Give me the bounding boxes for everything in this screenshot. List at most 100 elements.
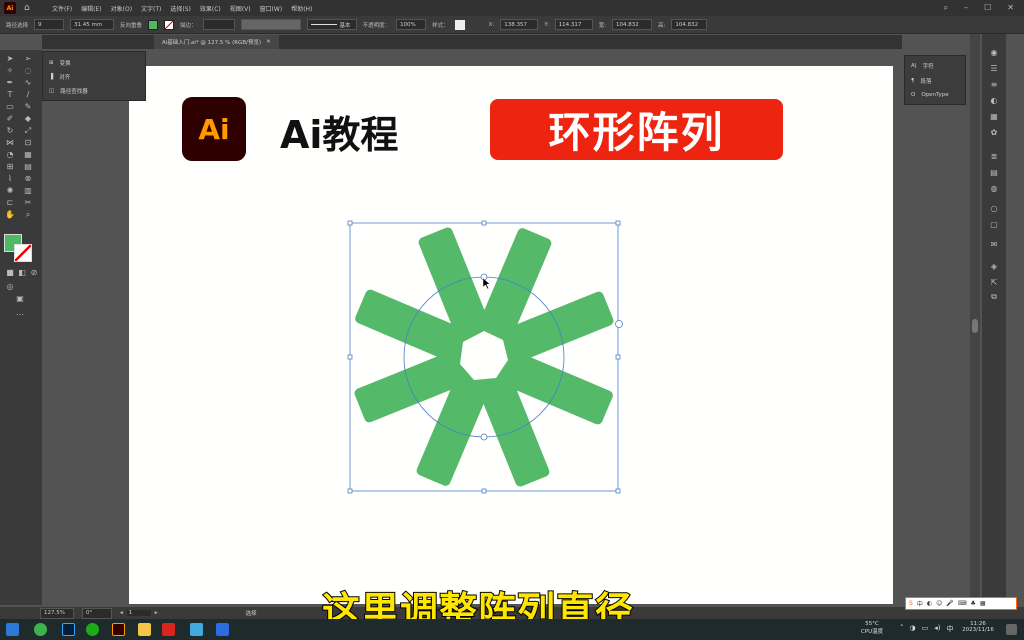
free-transform-tool-icon[interactable]: ⊡ xyxy=(22,138,34,148)
ime-voice-icon[interactable]: 🎤 xyxy=(946,600,953,607)
mesh-tool-icon[interactable]: ⊞ xyxy=(4,162,16,172)
vertical-scrollbar[interactable] xyxy=(970,34,980,604)
libraries-icon[interactable]: ☰ xyxy=(988,64,1000,74)
color-mode-icon[interactable]: ■ xyxy=(4,268,16,278)
width-tool-icon[interactable]: ⋈ xyxy=(4,138,16,148)
tray-expand-icon[interactable]: ˄ xyxy=(900,624,904,634)
file-explorer-icon[interactable] xyxy=(138,623,151,636)
gradient-panel-icon[interactable]: ▤ xyxy=(988,168,1000,178)
wps-icon[interactable] xyxy=(162,623,175,636)
variable-width-dropdown[interactable] xyxy=(240,19,301,30)
rotate-tool-icon[interactable]: ↻ xyxy=(4,126,16,136)
menu-select[interactable]: 选择(S) xyxy=(170,4,191,13)
zoom-field[interactable]: 127.5% xyxy=(40,607,74,619)
transparency-icon[interactable]: ◍ xyxy=(988,184,1000,194)
style-swatch[interactable] xyxy=(454,19,465,30)
repeat-slider-handle[interactable] xyxy=(615,320,623,328)
photoshop-icon[interactable] xyxy=(62,623,75,636)
draw-mode-icon[interactable]: ◎ xyxy=(4,282,16,292)
panel-item-align[interactable]: ▐ 对齐 xyxy=(49,73,70,81)
document-tab[interactable]: Ai基础入门.ai* @ 127.5 % (RGB/预览) ✕ xyxy=(154,35,279,49)
close-icon[interactable]: ✕ xyxy=(1007,3,1014,13)
home-icon[interactable]: ⌂ xyxy=(24,3,38,13)
brushes-icon[interactable]: ✿ xyxy=(988,128,1000,138)
appearance-icon[interactable]: ○ xyxy=(988,204,1000,214)
more-tools-icon[interactable]: … xyxy=(14,308,26,318)
cpu-temp-widget[interactable]: 55°C CPU温度 xyxy=(852,621,892,635)
height-field[interactable]: 104.832 xyxy=(671,19,708,30)
magic-wand-tool-icon[interactable]: ✧ xyxy=(4,66,16,76)
panel-item-character[interactable]: A| 字符 xyxy=(911,62,934,70)
y-field[interactable]: 114.317 xyxy=(554,19,593,30)
input-language-icon[interactable]: 中 xyxy=(946,624,953,634)
ime-keyboard-icon[interactable]: ⌨ xyxy=(958,600,967,607)
graphic-styles-icon[interactable]: ▢ xyxy=(988,220,1000,230)
menu-edit[interactable]: 编辑(E) xyxy=(81,4,101,13)
menu-effect[interactable]: 效果(C) xyxy=(200,4,221,13)
none-mode-icon[interactable]: ⊘ xyxy=(28,268,40,278)
gradient-mode-icon[interactable]: ◧ xyxy=(16,268,28,278)
ime-skin-icon[interactable]: ♣ xyxy=(971,600,976,607)
artboard-nav[interactable]: ◂ 1 ▸ xyxy=(120,610,158,616)
illustrator-icon[interactable] xyxy=(112,623,125,636)
next-artboard-icon[interactable]: ▸ xyxy=(155,610,158,616)
eraser-tool-icon[interactable]: ◆ xyxy=(22,114,34,124)
stroke-panel-icon[interactable]: ≣ xyxy=(988,152,1000,162)
panel-item-transform[interactable]: ⊞ 变换 xyxy=(49,59,71,67)
opacity-field[interactable]: 100% xyxy=(396,19,427,30)
stroke-dropdown[interactable] xyxy=(202,19,235,30)
angle-field[interactable]: 31.45 mm xyxy=(70,19,115,30)
network-icon[interactable]: ▭ xyxy=(922,624,929,634)
shape-builder-tool-icon[interactable]: ◔ xyxy=(4,150,16,160)
screen-mode-icon[interactable]: ▣ xyxy=(14,294,26,304)
width-field[interactable]: 104.832 xyxy=(612,19,653,30)
slice-tool-icon[interactable]: ✂ xyxy=(22,198,34,208)
eyedropper-tool-icon[interactable]: ⌇ xyxy=(4,174,16,184)
menu-view[interactable]: 视图(V) xyxy=(230,4,251,13)
ime-toolbar[interactable]: S 中 ◐ ☺ 🎤 ⌨ ♣ ▦ xyxy=(905,597,1017,610)
panel-item-paragraph[interactable]: ¶ 段落 xyxy=(911,77,932,85)
app-icon[interactable] xyxy=(190,623,203,636)
artboard-number[interactable]: 1 xyxy=(126,610,151,616)
rectangle-tool-icon[interactable]: ▭ xyxy=(4,102,16,112)
hand-tool-icon[interactable]: ✋ xyxy=(4,210,16,220)
reverse-overlap-checkbox[interactable]: 反向重叠 xyxy=(120,21,142,29)
stroke-weight-field[interactable]: 9 xyxy=(34,19,65,30)
type-tool-icon[interactable]: T xyxy=(4,90,16,100)
zoom-tool-icon[interactable]: ⌕ xyxy=(22,210,34,220)
ime-punct-icon[interactable]: ◐ xyxy=(927,600,932,607)
layers-icon[interactable]: ≡ xyxy=(988,80,1000,90)
artboards-icon[interactable]: ⧉ xyxy=(988,292,1000,302)
pen-tool-icon[interactable]: ✒ xyxy=(4,78,16,88)
stroke-color-swatch[interactable] xyxy=(164,19,175,30)
x-field[interactable]: 138.357 xyxy=(500,19,539,30)
lasso-tool-icon[interactable]: ◌ xyxy=(22,66,34,76)
line-tool-icon[interactable]: / xyxy=(22,90,34,100)
prev-artboard-icon[interactable]: ◂ xyxy=(120,610,123,616)
selection-tool-icon[interactable]: ➤ xyxy=(4,54,16,64)
menu-type[interactable]: 文字(T) xyxy=(141,4,161,13)
gradient-tool-icon[interactable]: ▤ xyxy=(22,162,34,172)
search-icon[interactable]: ⌕ xyxy=(944,3,948,13)
properties-icon[interactable]: ◉ xyxy=(988,48,1000,58)
scale-tool-icon[interactable]: ⤢ xyxy=(22,126,34,136)
clock[interactable]: 11:26 2023/11/16 xyxy=(958,621,998,633)
menu-help[interactable]: 帮助(H) xyxy=(291,4,312,13)
browser-icon[interactable] xyxy=(34,623,47,636)
menu-object[interactable]: 对象(O) xyxy=(111,4,132,13)
panel-item-pathfinder[interactable]: ◫ 路径查找器 xyxy=(49,87,88,95)
ime-tools-icon[interactable]: ▦ xyxy=(980,600,986,607)
menu-file[interactable]: 文件(F) xyxy=(52,4,72,13)
wechat-icon[interactable] xyxy=(86,623,99,636)
menu-window[interactable]: 窗口(W) xyxy=(260,4,283,13)
ime-emoji-icon[interactable]: ☺ xyxy=(936,600,942,607)
paintbrush-tool-icon[interactable]: ✎ xyxy=(22,102,34,112)
maximize-icon[interactable]: ☐ xyxy=(984,3,991,13)
layers-panel-icon[interactable]: ◈ xyxy=(988,262,1000,272)
rotation-field[interactable]: 0° xyxy=(82,607,112,619)
direct-selection-tool-icon[interactable]: ➢ xyxy=(22,54,34,64)
ime-mode[interactable]: 中 xyxy=(917,599,923,608)
color-icon[interactable]: ◐ xyxy=(988,96,1000,106)
blend-tool-icon[interactable]: ⊗ xyxy=(22,174,34,184)
swatches-icon[interactable]: ▦ xyxy=(988,112,1000,122)
